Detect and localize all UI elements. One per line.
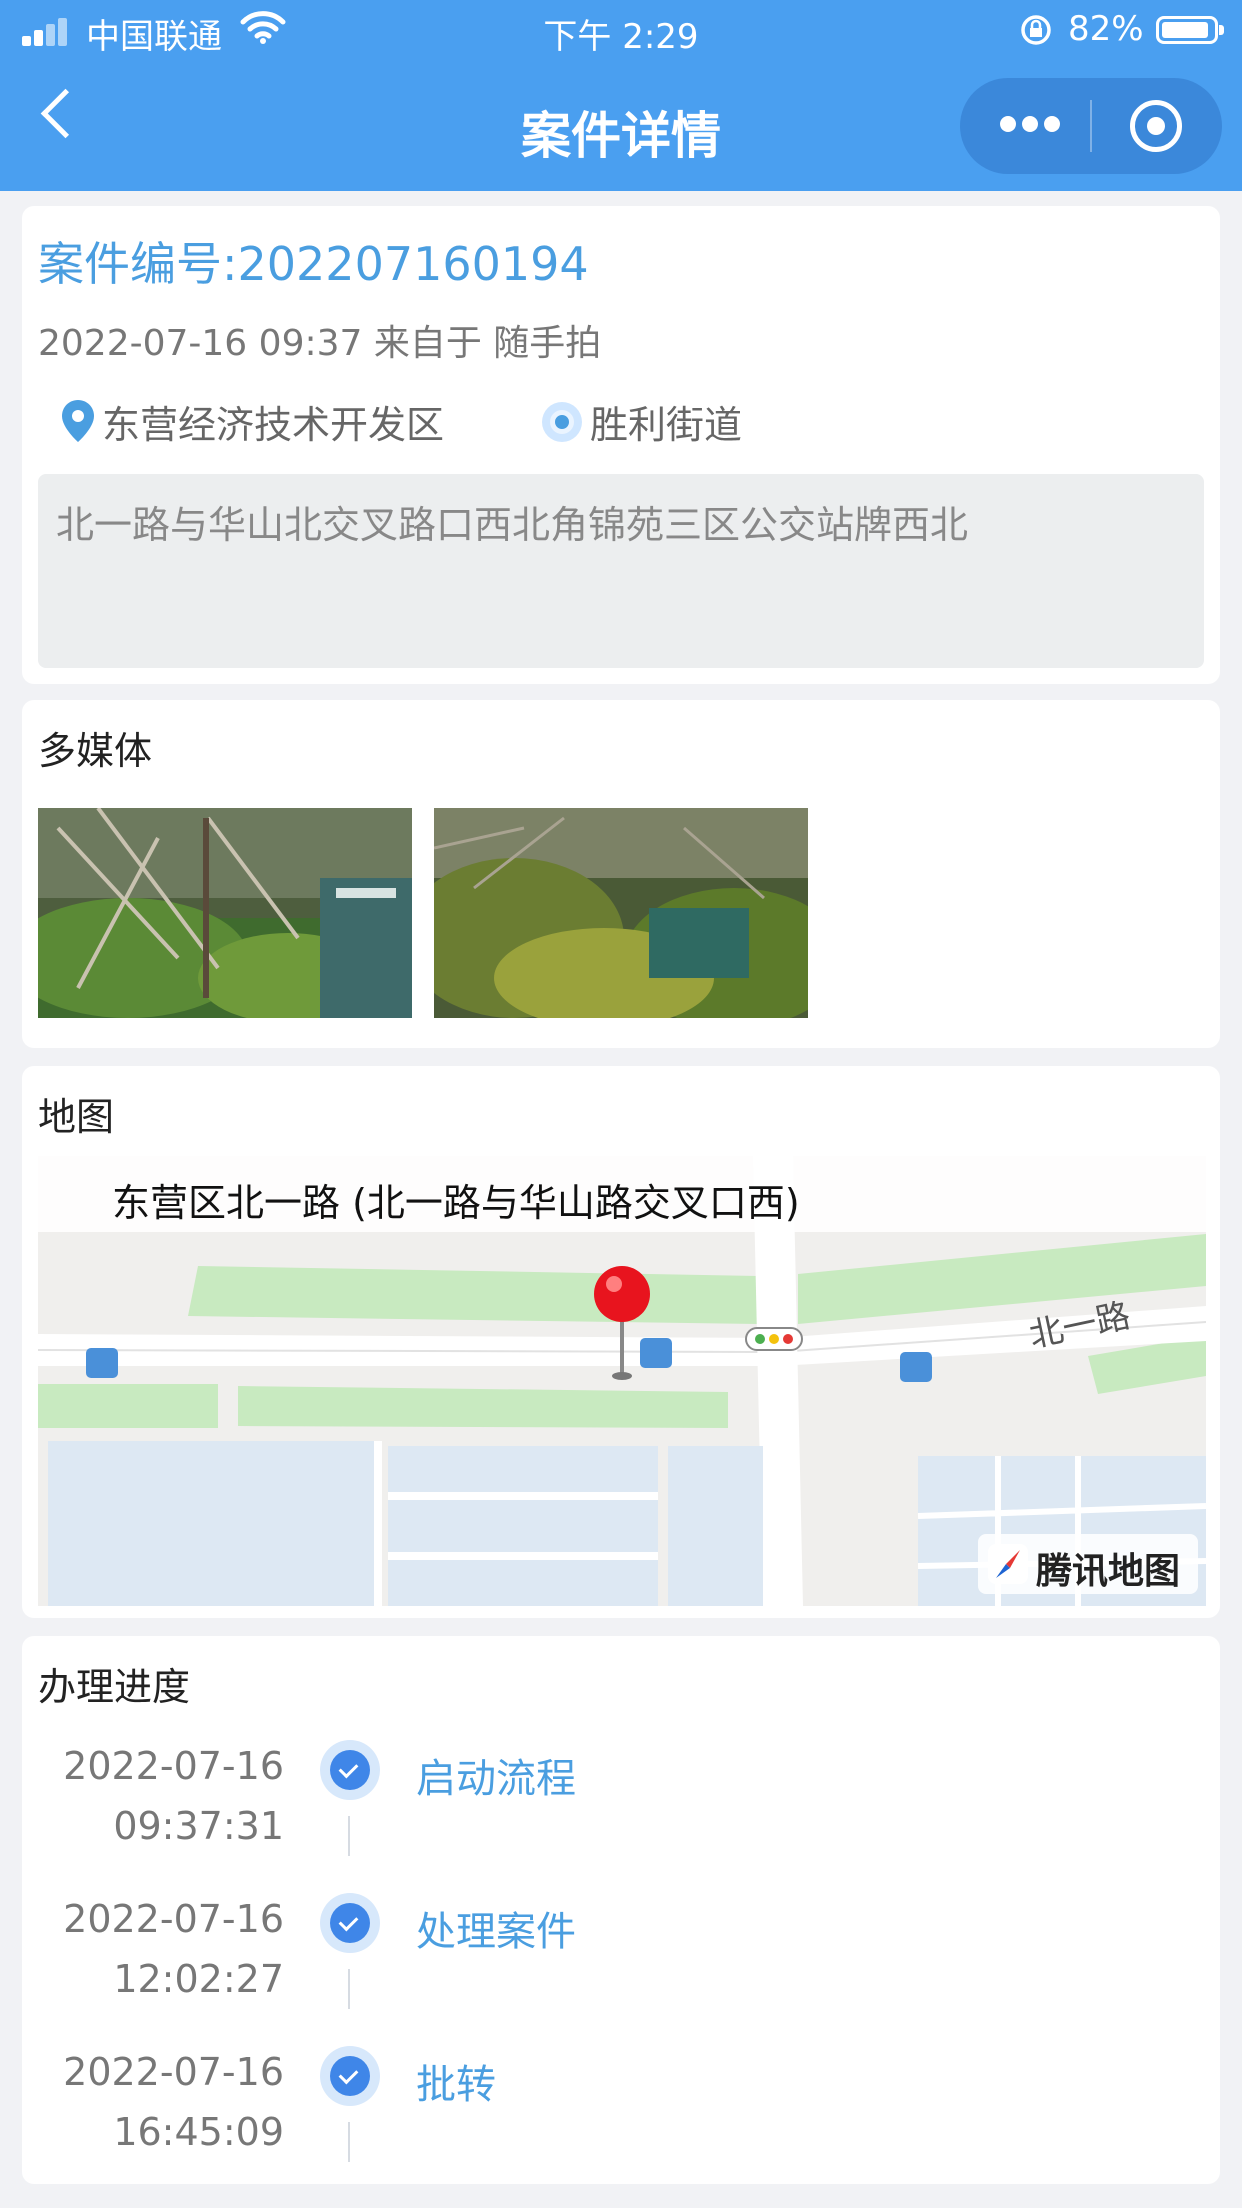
- photo-1-image: [38, 808, 412, 1018]
- location-pin-icon: [62, 400, 94, 442]
- more-options-icon[interactable]: [1000, 116, 1060, 134]
- media-thumbnail-2[interactable]: [434, 808, 808, 1018]
- timeline-date: 2022-07-16: [63, 1897, 284, 1941]
- status-bar: 中国联通 下午 2:29 82%: [0, 0, 1242, 62]
- mini-program-capsule: [960, 78, 1222, 174]
- timeline-step-label: 启动流程: [416, 1756, 576, 1802]
- rotation-lock-icon: [1021, 15, 1051, 45]
- tencent-map-icon: [988, 1544, 1028, 1584]
- media-card: 多媒体: [22, 700, 1220, 1048]
- case-info-card: 案件编号:202207160194 2022-07-16 09:37 来自于 随…: [22, 206, 1220, 684]
- street-label: 胜利街道: [590, 403, 743, 447]
- timeline-step-label: 处理案件: [416, 1909, 576, 1955]
- district-label: 东营经济技术开发区: [102, 403, 445, 447]
- case-meta: 2022-07-16 09:37 来自于 随手拍: [38, 323, 602, 364]
- timeline-datetime: 2022-07-16 12:02:27: [22, 1889, 284, 2009]
- map-section-title: 地图: [38, 1095, 115, 1139]
- timeline-date: 2022-07-16: [63, 1744, 284, 1788]
- photo-2-image: [434, 808, 808, 1018]
- timeline-connector: [348, 2122, 350, 2162]
- progress-section-title: 办理进度: [38, 1665, 191, 1709]
- map-view[interactable]: 北一路 东营区北一路 (北一路与华山路交叉口西) 腾讯地图: [38, 1156, 1206, 1606]
- step-check-icon: [320, 1893, 380, 1953]
- step-check-icon: [320, 1740, 380, 1800]
- timeline-datetime: 2022-07-16 16:45:09: [22, 2042, 284, 2162]
- battery-icon: [1156, 16, 1224, 44]
- address-text: 北一路与华山北交叉路口西北角锦苑三区公交站牌西北: [56, 503, 969, 547]
- timeline-connector: [348, 1969, 350, 2009]
- timeline-time: 09:37:31: [113, 1804, 284, 1848]
- map-callout: 东营区北一路 (北一路与华山路交叉口西): [38, 1156, 1206, 1232]
- timeline-time: 16:45:09: [113, 2110, 284, 2154]
- step-check-icon: [320, 2046, 380, 2106]
- address-box: 北一路与华山北交叉路口西北角锦苑三区公交站牌西北: [38, 474, 1204, 668]
- map-provider-logo: 腾讯地图: [978, 1534, 1198, 1594]
- map-card: 地图 北一路 东营区北一路 (北一路与华山路交叉口西) 腾讯地图: [22, 1066, 1220, 1618]
- case-number: 案件编号:202207160194: [38, 237, 589, 291]
- media-section-title: 多媒体: [38, 729, 153, 773]
- map-callout-text: 东营区北一路 (北一路与华山路交叉口西): [112, 1181, 800, 1225]
- timeline-date: 2022-07-16: [63, 2050, 284, 2094]
- clock: 下午 2:29: [543, 17, 699, 57]
- timeline-datetime: 2022-07-16 09:37:31: [22, 1736, 284, 1856]
- timeline-step-label: 批转: [416, 2062, 496, 2108]
- close-target-icon[interactable]: [1130, 100, 1182, 152]
- map-provider-name: 腾讯地图: [1036, 1551, 1181, 1592]
- capsule-divider: [1090, 100, 1092, 152]
- progress-card: 办理进度 2022-07-16 09:37:31 启动流程 2022-07-16…: [22, 1636, 1220, 2184]
- battery-percent: 82%: [1068, 9, 1144, 49]
- timeline-time: 12:02:27: [113, 1957, 284, 2001]
- street-target-icon: [542, 402, 582, 442]
- top-bar: 中国联通 下午 2:29 82% 案件详情: [0, 0, 1242, 191]
- media-thumbnail-1[interactable]: [38, 808, 412, 1018]
- timeline-connector: [348, 1816, 350, 1856]
